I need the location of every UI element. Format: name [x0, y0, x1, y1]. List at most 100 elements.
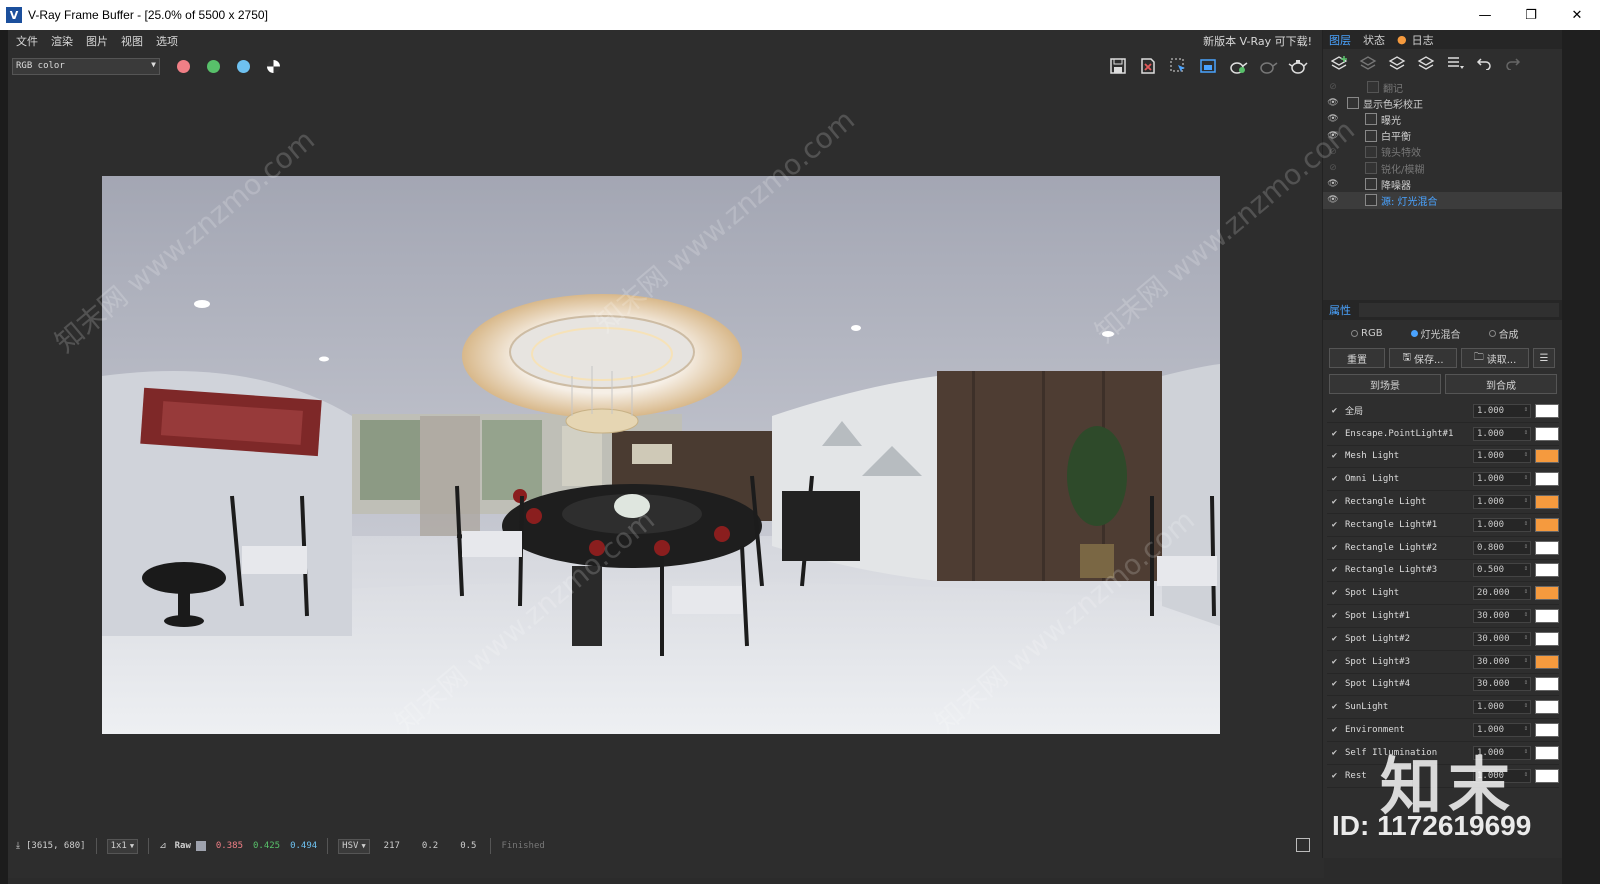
layer-list-icon[interactable] [1445, 53, 1465, 73]
spinner-icon[interactable]: ⇕ [1524, 656, 1528, 664]
intensity-field[interactable]: 30.000 ⇕ [1473, 631, 1531, 646]
light-color-swatch[interactable] [1535, 540, 1559, 555]
intensity-field[interactable]: 1.000 ⇕ [1473, 495, 1531, 510]
save-image-icon[interactable] [1108, 56, 1128, 76]
light-color-swatch[interactable] [1535, 563, 1559, 578]
check-icon[interactable]: ✔ [1329, 451, 1340, 462]
check-icon[interactable]: ✔ [1329, 405, 1340, 416]
spinner-icon[interactable]: ⇕ [1524, 405, 1528, 413]
intensity-field[interactable]: 1.000 ⇕ [1473, 472, 1531, 487]
visibility-off-icon[interactable]: ⊘ [1323, 163, 1343, 173]
intensity-field[interactable]: 30.000 ⇕ [1473, 677, 1531, 692]
channel-select[interactable]: RGB color ▼ [12, 57, 160, 75]
eye-icon[interactable]: 👁 [1323, 179, 1343, 189]
check-icon[interactable]: ✔ [1329, 702, 1340, 713]
list-menu-button[interactable]: ☰ [1533, 348, 1555, 368]
zoom-select[interactable]: 1x1 ▼ [106, 838, 139, 854]
menu-options[interactable]: 选项 [156, 33, 178, 49]
green-channel-button[interactable] [207, 59, 220, 73]
light-color-swatch[interactable] [1535, 449, 1559, 464]
check-icon[interactable]: ✔ [1329, 542, 1340, 553]
check-icon[interactable]: ✔ [1329, 770, 1340, 781]
check-icon[interactable]: ✔ [1329, 588, 1340, 599]
layer-item[interactable]: 👁 曝光 [1323, 111, 1562, 127]
eye-icon[interactable]: 👁 [1323, 114, 1343, 124]
check-icon[interactable]: ✔ [1329, 747, 1340, 758]
spinner-icon[interactable]: ⇕ [1524, 610, 1528, 618]
visibility-off-icon[interactable]: ⊘ [1323, 82, 1343, 92]
undo-icon[interactable] [1474, 53, 1494, 73]
menu-render[interactable]: 渲染 [51, 33, 73, 49]
light-color-swatch[interactable] [1535, 745, 1559, 760]
light-color-swatch[interactable] [1535, 403, 1559, 418]
spinner-icon[interactable]: ⇕ [1524, 450, 1528, 458]
check-icon[interactable]: ✔ [1329, 611, 1340, 622]
intensity-field[interactable]: 0.800 ⇕ [1473, 540, 1531, 555]
eye-icon[interactable]: 👁 [1323, 195, 1343, 205]
spinner-icon[interactable]: ⇕ [1524, 747, 1528, 755]
track-mouse-icon[interactable] [1198, 56, 1218, 76]
save-layers-icon[interactable] [1387, 53, 1407, 73]
radio-composite[interactable]: 合成 [1488, 326, 1519, 341]
maximize-button[interactable]: ❐ [1508, 0, 1554, 30]
light-color-swatch[interactable] [1535, 609, 1559, 624]
spinner-icon[interactable]: ⇕ [1524, 496, 1528, 504]
alpha-channel-button[interactable] [267, 59, 280, 73]
colorspace-select[interactable]: HSV ▼ [338, 838, 370, 854]
spinner-icon[interactable]: ⇕ [1524, 587, 1528, 595]
redo-icon[interactable] [1503, 53, 1523, 73]
layer-item[interactable]: 👁 白平衡 [1323, 128, 1562, 144]
check-icon[interactable]: ✔ [1329, 633, 1340, 644]
eye-icon[interactable]: 👁 [1323, 131, 1343, 141]
load-button[interactable]: 🗀 读取... [1461, 348, 1529, 368]
check-icon[interactable]: ✔ [1329, 679, 1340, 690]
menu-image[interactable]: 图片 [86, 33, 108, 49]
spinner-icon[interactable]: ⇕ [1524, 724, 1528, 732]
intensity-field[interactable]: 1.000 ⇕ [1473, 723, 1531, 738]
spinner-icon[interactable]: ⇕ [1524, 519, 1528, 527]
panel-toggle-icon[interactable] [1296, 838, 1310, 852]
spinner-icon[interactable]: ⇕ [1524, 428, 1528, 436]
spinner-icon[interactable]: ⇕ [1524, 633, 1528, 641]
intensity-field[interactable]: 1.000 ⇕ [1473, 426, 1531, 441]
visibility-off-icon[interactable]: ⊘ [1323, 147, 1343, 157]
layer-item[interactable]: ⊘ 翻记 [1323, 79, 1562, 95]
color-mode[interactable]: ⊿ Raw [159, 841, 206, 851]
check-icon[interactable]: ✔ [1329, 519, 1340, 530]
intensity-field[interactable]: 30.000 ⇕ [1473, 654, 1531, 669]
radio-light-mix[interactable]: 灯光混合 [1410, 326, 1461, 341]
light-color-swatch[interactable] [1535, 768, 1559, 783]
light-color-swatch[interactable] [1535, 723, 1559, 738]
minimize-button[interactable]: — [1462, 0, 1508, 30]
check-icon[interactable]: ✔ [1329, 565, 1340, 576]
to-composite-button[interactable]: 到合成 [1445, 374, 1557, 394]
intensity-field[interactable]: 1.000 ⇕ [1473, 403, 1531, 418]
layer-item-selected[interactable]: 👁 源: 灯光混合 [1323, 192, 1562, 209]
light-color-swatch[interactable] [1535, 472, 1559, 487]
close-button[interactable]: ✕ [1554, 0, 1600, 30]
menu-view[interactable]: 视图 [121, 33, 143, 49]
light-color-swatch[interactable] [1535, 654, 1559, 669]
light-color-swatch[interactable] [1535, 700, 1559, 715]
layer-item[interactable]: ⊘ 镜头特效 [1323, 144, 1562, 160]
interactive-render-icon[interactable] [1258, 56, 1278, 76]
blue-channel-button[interactable] [237, 59, 250, 73]
menu-file[interactable]: 文件 [16, 33, 38, 49]
light-color-swatch[interactable] [1535, 517, 1559, 532]
save-button[interactable]: 🖫 保存... [1389, 348, 1457, 368]
eye-icon[interactable]: 👁 [1323, 98, 1343, 108]
check-icon[interactable]: ✔ [1329, 656, 1340, 667]
red-channel-button[interactable] [177, 59, 190, 73]
spinner-icon[interactable]: ⇕ [1524, 701, 1528, 709]
update-notice[interactable]: 新版本 V-Ray 可下载! [1203, 30, 1312, 52]
radio-rgb[interactable]: RGB [1351, 328, 1383, 339]
spinner-icon[interactable]: ⇕ [1524, 564, 1528, 572]
check-icon[interactable]: ✔ [1329, 474, 1340, 485]
load-layers-icon[interactable] [1416, 53, 1436, 73]
add-layer-icon[interactable] [1329, 53, 1349, 73]
layer-item[interactable]: 👁 显示色彩校正 [1323, 95, 1562, 111]
light-color-swatch[interactable] [1535, 426, 1559, 441]
tab-log[interactable]: ● 日志 [1391, 30, 1440, 49]
clear-image-icon[interactable] [1138, 56, 1158, 76]
render-teapot-icon[interactable] [1228, 56, 1248, 76]
